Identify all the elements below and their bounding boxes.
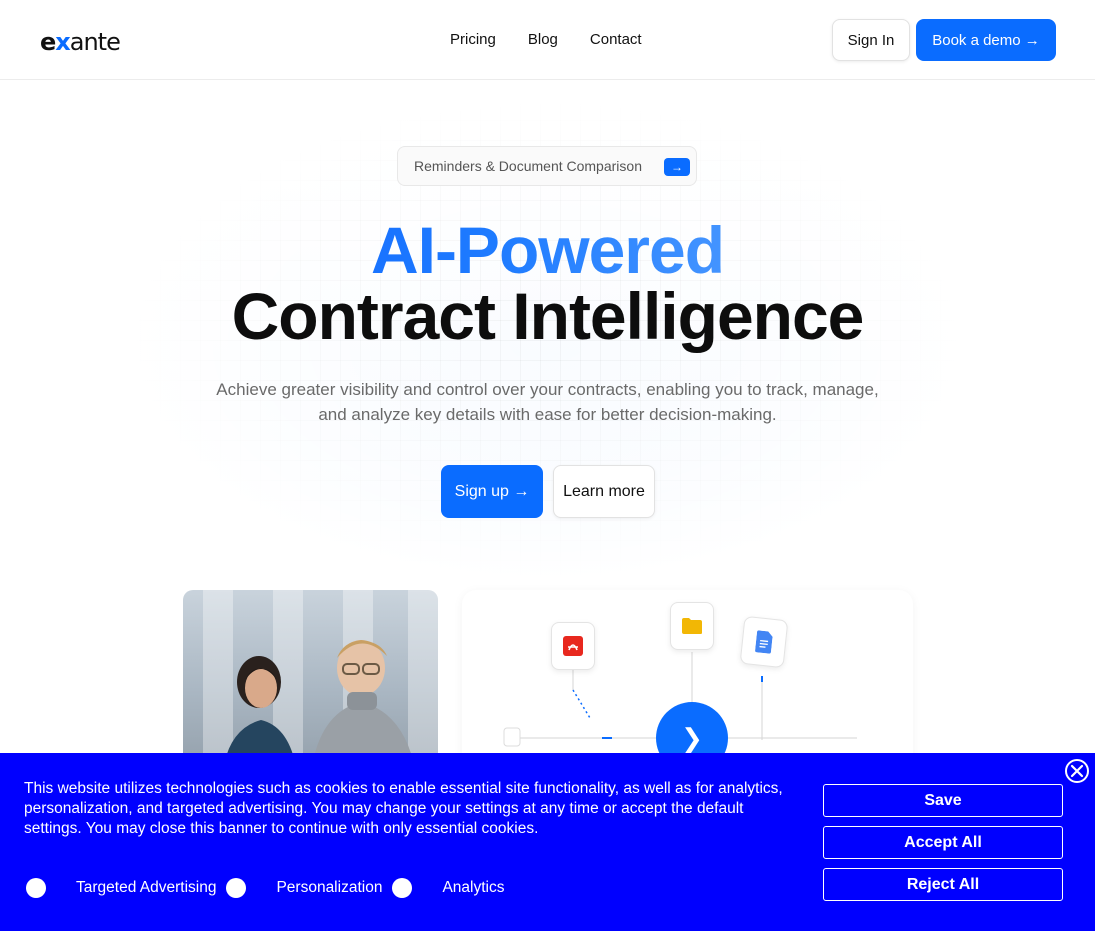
cookie-banner: This website utilizes technologies such … [0,753,1095,931]
learn-more-button[interactable]: Learn more [553,465,655,518]
logo-rest: ante [69,28,121,56]
analytics-toggle[interactable] [392,878,413,898]
targeted-advertising-label: Targeted Advertising [76,879,217,896]
book-demo-button[interactable]: Book a demo → [916,19,1056,61]
sign-in-button[interactable]: Sign In [832,19,910,61]
cookie-toggles: Targeted Advertising Personalization Ana… [24,878,504,898]
nav-contact[interactable]: Contact [590,31,642,48]
close-icon[interactable] [1064,758,1090,784]
targeted-advertising-toggle[interactable] [26,878,46,898]
analytics-label: Analytics [442,879,505,896]
personalization-label: Personalization [276,879,383,896]
logo-e: e [40,28,56,56]
personalization-toggle[interactable] [226,878,247,898]
save-button[interactable]: Save [823,784,1063,817]
accept-all-button[interactable]: Accept All [823,826,1063,859]
exante-logo[interactable]: exante [40,28,121,56]
arrow-right-icon: → [664,158,690,176]
feature-pill-label: Reminders & Document Comparison [414,158,642,174]
sign-up-button[interactable]: Sign up → [441,465,543,518]
logo-x: x [55,28,71,56]
feature-pill[interactable]: Reminders & Document Comparison → [397,146,697,186]
hero-subtitle: Achieve greater visibility and control o… [216,380,879,424]
folder-icon [670,602,714,650]
pdf-icon [551,622,595,670]
site-header: exante Pricing Blog Contact Sign In Book… [0,0,1095,80]
main-nav: Pricing Blog Contact [450,31,642,48]
nav-blog[interactable]: Blog [528,31,558,48]
google-docs-icon [739,615,789,669]
nav-pricing[interactable]: Pricing [450,31,496,48]
cookie-banner-text: This website utilizes technologies such … [24,780,783,837]
hero-title-line2: Contract Intelligence [231,279,865,353]
reject-all-button[interactable]: Reject All [823,868,1063,901]
hero-title-line1: AI-Powered [0,212,1095,288]
